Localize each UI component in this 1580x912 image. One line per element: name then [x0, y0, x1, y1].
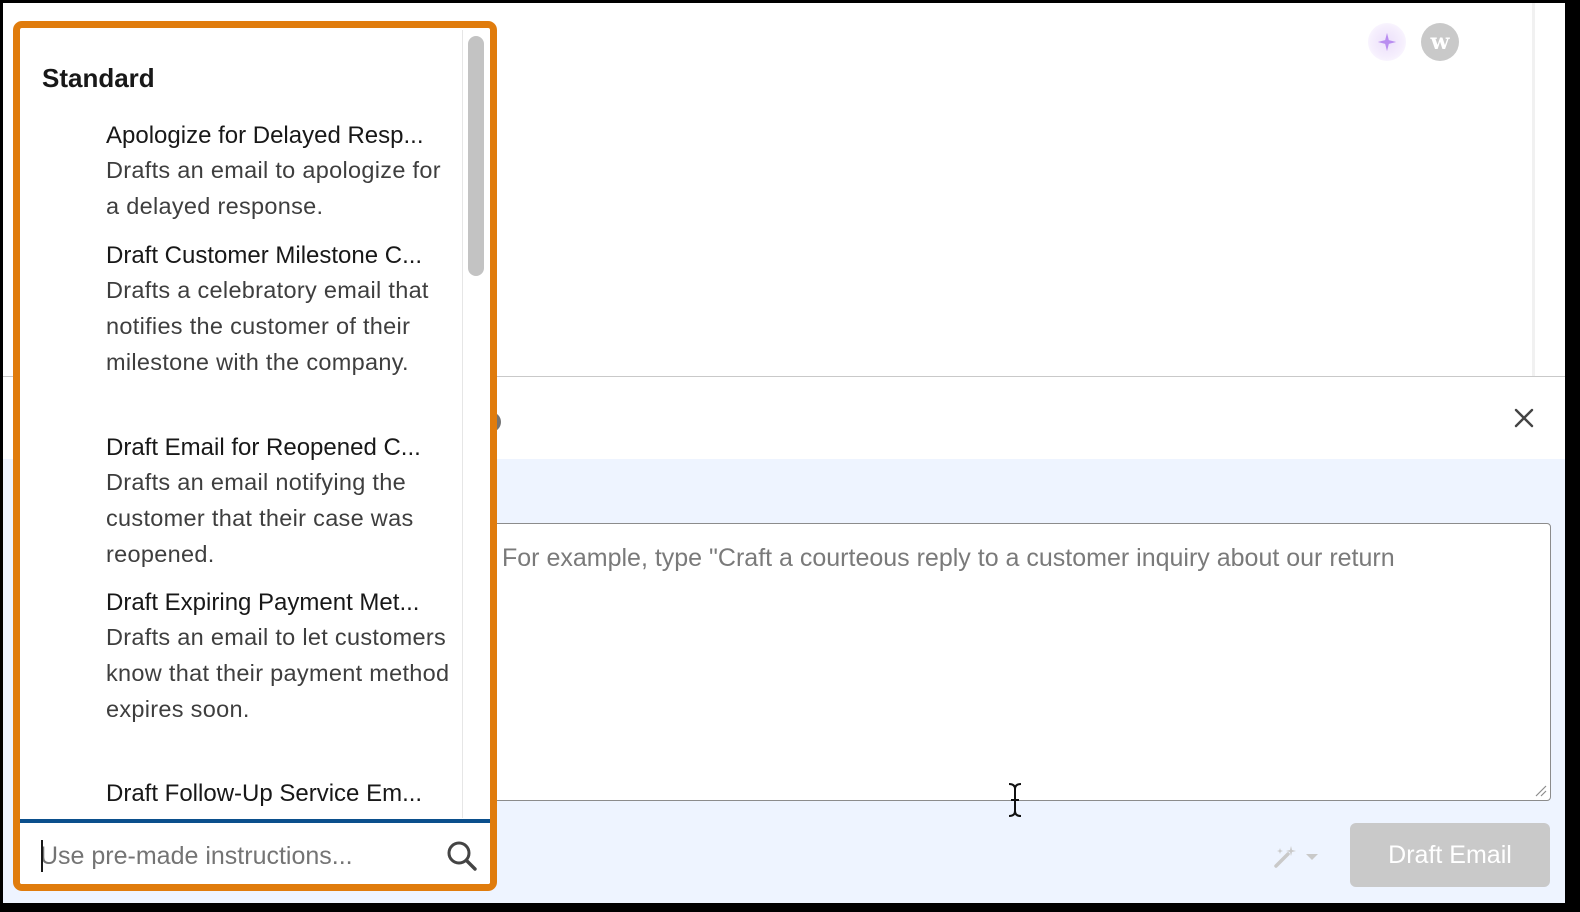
instruction-option[interactable]: Draft Email for Reopened C... Drafts an …: [106, 432, 452, 572]
close-icon: [1514, 408, 1534, 428]
magic-wand-icon: [1274, 846, 1296, 868]
instruction-option[interactable]: Draft Expiring Payment Met... Drafts an …: [106, 587, 452, 727]
instructions-search-box: [20, 819, 490, 884]
text-caret: [41, 840, 43, 872]
instructions-dropdown: Standard Apologize for Delayed Resp... D…: [13, 21, 497, 891]
option-title: Draft Follow-Up Service Em...: [106, 780, 423, 807]
instruction-option[interactable]: Apologize for Delayed Resp... Drafts an …: [106, 120, 452, 224]
option-description: Drafts an email notifying the customer t…: [106, 469, 414, 567]
instructions-list[interactable]: Standard Apologize for Delayed Resp... D…: [20, 28, 490, 818]
option-title: Draft Expiring Payment Met...: [106, 589, 420, 616]
magic-wand-menu-button[interactable]: [1265, 839, 1325, 875]
divider: [1532, 3, 1535, 376]
group-label: Standard: [42, 63, 155, 93]
option-description: Drafts a celebratory email that notifies…: [106, 277, 429, 375]
chevron-down-icon: [1306, 854, 1318, 860]
draft-email-button[interactable]: Draft Email: [1350, 823, 1550, 887]
option-description: Drafts an email to apologize for a delay…: [106, 157, 441, 219]
text-cursor-icon: [1008, 783, 1022, 817]
option-description: Drafts an email to let customers know th…: [106, 624, 450, 722]
ai-assistant-avatar[interactable]: [1368, 23, 1406, 61]
search-icon[interactable]: [446, 840, 478, 872]
search-input[interactable]: [40, 831, 430, 881]
user-avatar[interactable]: w: [1421, 23, 1459, 61]
instruction-option[interactable]: Draft Follow-Up Service Em...: [106, 778, 452, 810]
resize-handle-icon[interactable]: [1533, 783, 1547, 797]
scrollbar-thumb[interactable]: [468, 36, 484, 276]
instruction-option[interactable]: Draft Customer Milestone C... Drafts a c…: [106, 240, 452, 380]
option-title: Draft Customer Milestone C...: [106, 242, 423, 269]
option-title: Draft Email for Reopened C...: [106, 434, 421, 461]
option-title: Apologize for Delayed Resp...: [106, 122, 424, 149]
close-button[interactable]: [1507, 401, 1541, 435]
prompt-placeholder: For example, type "Craft a courteous rep…: [502, 544, 1395, 572]
prompt-textarea[interactable]: For example, type "Craft a courteous rep…: [471, 523, 1551, 801]
sparkle-icon: [1377, 32, 1397, 52]
app-frame: w For example, type "Craft a courteous r…: [3, 3, 1565, 903]
